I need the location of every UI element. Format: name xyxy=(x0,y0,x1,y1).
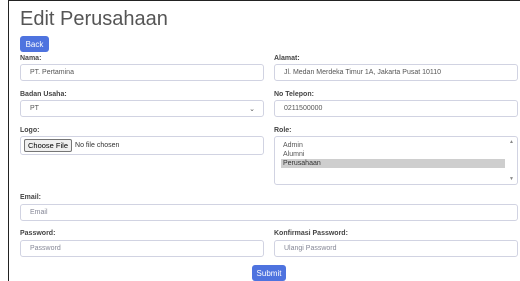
badan-usaha-select[interactable]: PT ⌄ xyxy=(20,100,264,117)
alamat-label: Alamat: xyxy=(274,55,300,62)
email-field[interactable]: Email xyxy=(20,204,518,221)
password-field[interactable]: Password xyxy=(20,240,264,257)
submit-button[interactable]: Submit xyxy=(252,265,286,281)
telepon-label: No Telepon: xyxy=(274,91,314,98)
chevron-down-icon: ⌄ xyxy=(249,106,255,113)
konfirmasi-password-label: Konfirmasi Password: xyxy=(274,230,348,237)
logo-label: Logo: xyxy=(20,127,40,134)
file-status: No file chosen xyxy=(75,142,120,149)
password-label: Password: xyxy=(20,230,56,237)
email-label: Email: xyxy=(20,194,42,201)
role-option-alumni[interactable]: Alumni xyxy=(281,150,505,159)
badan-usaha-label: Badan Usaha: xyxy=(20,91,67,98)
page-title: Edit Perusahaan xyxy=(20,8,168,30)
role-option-perusahaan[interactable]: Perusahaan xyxy=(281,159,505,168)
role-listbox[interactable]: Admin Alumni Perusahaan ▲ ▼ xyxy=(274,136,518,185)
scroll-down-icon[interactable]: ▼ xyxy=(509,176,514,182)
badan-usaha-value: PT xyxy=(30,105,39,112)
role-option-admin[interactable]: Admin xyxy=(281,141,505,150)
alamat-field[interactable]: Jl. Medan Merdeka Timur 1A, Jakarta Pusa… xyxy=(274,64,518,81)
nama-field[interactable]: PT. Pertamina xyxy=(20,64,264,81)
back-button[interactable]: Back xyxy=(20,36,49,52)
role-label: Role: xyxy=(274,127,292,134)
choose-file-button[interactable]: Choose File xyxy=(24,139,73,152)
nama-label: Nama: xyxy=(20,55,42,62)
logo-file-input[interactable]: Choose File No file chosen xyxy=(20,136,264,155)
scroll-up-icon[interactable]: ▲ xyxy=(509,139,514,145)
telepon-field[interactable]: 0211500000 xyxy=(274,100,518,117)
konfirmasi-password-field[interactable]: Ulangi Password xyxy=(274,240,518,257)
